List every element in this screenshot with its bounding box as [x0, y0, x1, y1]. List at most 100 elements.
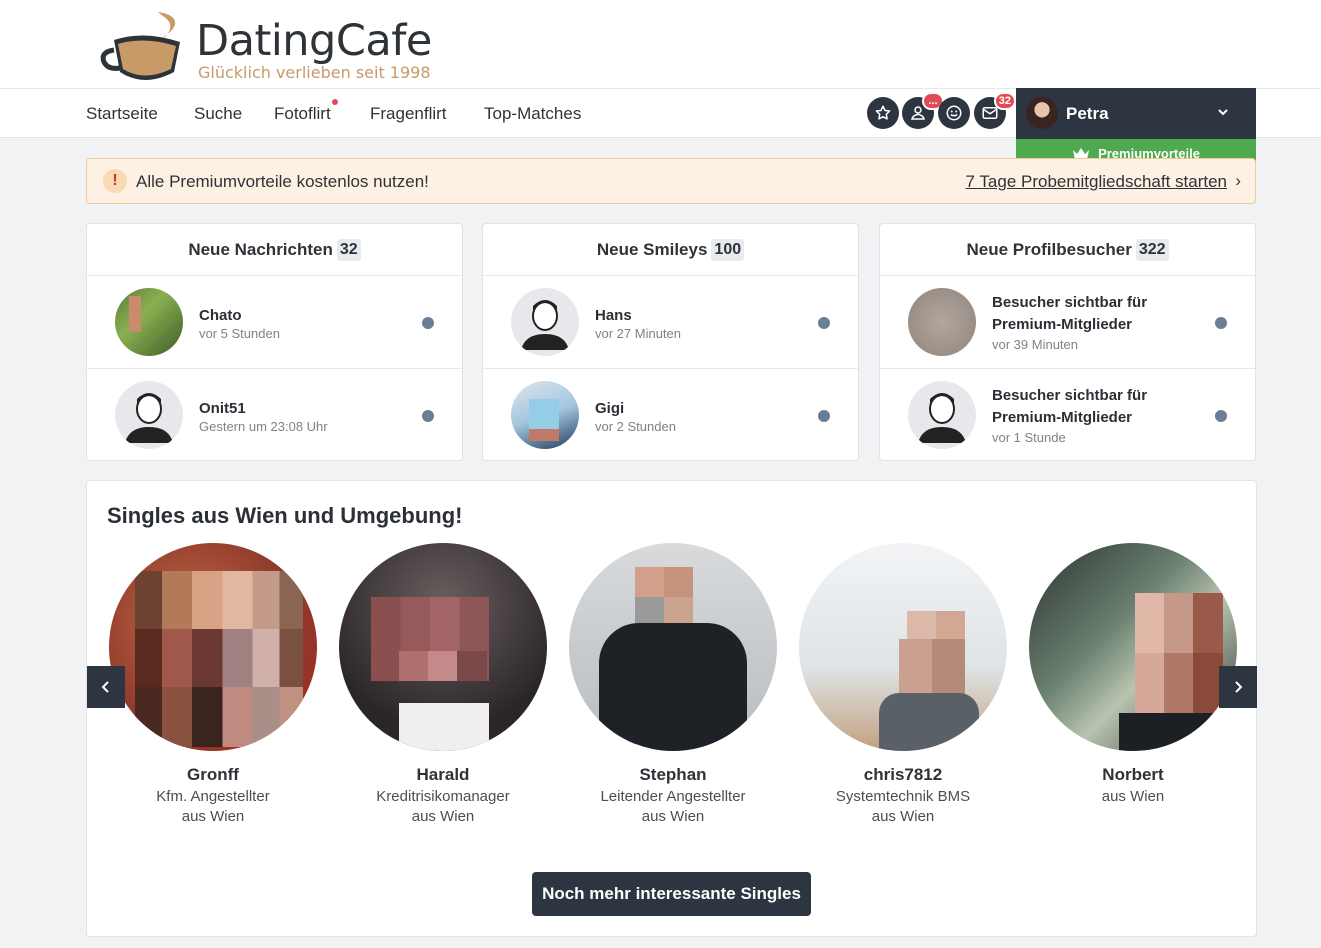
list-item[interactable]: Onit51 Gestern um 23:08 Uhr [87, 369, 462, 462]
unread-dot [1215, 317, 1227, 329]
list-item[interactable]: Gigi vor 2 Stunden [483, 369, 858, 462]
count-badge: 32 [336, 238, 361, 261]
nav-item-startseite[interactable]: Startseite [86, 104, 158, 124]
promo-text: Alle Premiumvorteile kostenlos nutzen! [136, 172, 429, 191]
profile-photo [799, 543, 1007, 751]
promo-banner: ! Alle Premiumvorteile kostenlos nutzen!… [86, 158, 1256, 204]
single-card[interactable]: Harald Kreditrisikomanager aus Wien [337, 543, 549, 825]
single-location: aus Wien [411, 808, 475, 825]
contact-name: Besucher sichtbar für Premium-Mitglieder [992, 294, 1148, 333]
messages-button[interactable]: 32 [974, 92, 1016, 129]
list-item[interactable]: Chato vor 5 Stunden [87, 276, 462, 369]
user-name: Petra [1066, 104, 1109, 123]
notification-dot [331, 99, 338, 105]
profile-photo [569, 543, 777, 751]
favorites-button[interactable] [867, 97, 899, 129]
timestamp: vor 27 Minuten [595, 326, 681, 341]
single-job: Leitender Angestellter [600, 788, 746, 805]
messages-card: Neue Nachrichten 32 Chato vor 5 Stunden … [86, 223, 463, 461]
exclamation-icon: ! [103, 169, 127, 193]
star-icon [875, 105, 891, 120]
visitors-card: Neue Profilbesucher 322 Besucher sichtba… [879, 223, 1256, 461]
card-header[interactable]: Neue Smileys 100 [483, 224, 858, 276]
visitors-button[interactable]: ... [902, 92, 944, 129]
chevron-down-icon [1218, 109, 1228, 116]
timestamp: Gestern um 23:08 Uhr [199, 419, 328, 434]
nav-item-suche[interactable]: Suche [194, 104, 242, 124]
smiley-icon [946, 105, 962, 121]
count-badge: 100 [711, 238, 745, 261]
timestamp: vor 1 Stunde [992, 430, 1066, 445]
logo[interactable]: DatingCafe Glücklich verlieben seit 1998 [100, 8, 440, 84]
contact-name: Besucher sichtbar für Premium-Mitglieder [992, 387, 1148, 426]
single-job: Systemtechnik BMS [835, 788, 971, 805]
nav-item-top-matches[interactable]: Top-Matches [484, 104, 581, 124]
unread-dot [818, 410, 830, 422]
user-menu[interactable]: Petra [1016, 88, 1256, 139]
brand-slogan: Glücklich verlieben seit 1998 [198, 63, 431, 82]
smileys-card: Neue Smileys 100 Hans vor 27 Minuten Gig… [482, 223, 859, 461]
person-silhouette-icon [918, 393, 966, 443]
avatar [1026, 97, 1058, 129]
smileys-button[interactable] [938, 97, 970, 129]
profile-photo [339, 543, 547, 751]
person-silhouette-icon [125, 393, 173, 443]
timestamp: vor 39 Minuten [992, 337, 1078, 352]
brand-name: DatingCafe [196, 16, 432, 66]
more-singles-button[interactable]: Noch mehr interessante Singles [532, 872, 811, 916]
nav-item-label: Fotoflirt [274, 104, 331, 123]
list-item[interactable]: Hans vor 27 Minuten [483, 276, 858, 369]
avatar [908, 381, 976, 449]
single-location: aus Wien [871, 808, 935, 825]
single-card[interactable]: chris7812 Systemtechnik BMS aus Wien [797, 543, 1009, 825]
avatar [908, 288, 976, 356]
contact-name: Chato [199, 307, 242, 324]
timestamp: vor 2 Stunden [595, 419, 676, 434]
site-header: DatingCafe Glücklich verlieben seit 1998 [0, 0, 1321, 88]
single-name: Gronff [187, 765, 239, 784]
single-job: Kreditrisikomanager [376, 788, 510, 805]
chevron-left-icon [101, 681, 109, 693]
single-name: chris7812 [863, 765, 943, 784]
trial-link[interactable]: 7 Tage Probemitgliedschaft starten [966, 172, 1227, 192]
timestamp: vor 5 Stunden [199, 326, 280, 341]
profile-photo [1029, 543, 1237, 751]
unread-dot [422, 410, 434, 422]
carousel-prev-button[interactable] [87, 666, 125, 708]
nav-item-fragenflirt[interactable]: Fragenflirt [370, 104, 447, 124]
list-item[interactable]: Besucher sichtbar für Premium-Mitglieder… [880, 369, 1255, 462]
avatar [115, 381, 183, 449]
chevron-right-icon: › [1235, 171, 1241, 190]
carousel-next-button[interactable] [1219, 666, 1257, 708]
card-header[interactable]: Neue Nachrichten 32 [87, 224, 462, 276]
unread-dot [1215, 410, 1227, 422]
person-silhouette-icon [521, 300, 569, 350]
section-title: Singles aus Wien und Umgebung! [107, 503, 463, 528]
count-badge: 322 [1135, 238, 1169, 261]
single-job: aus Wien [1101, 788, 1165, 805]
avatar [511, 381, 579, 449]
single-location: aus Wien [181, 808, 245, 825]
card-title: Neue Profilbesucher [966, 239, 1132, 259]
single-name: Norbert [1102, 765, 1164, 784]
avatar [511, 288, 579, 356]
nav-item-fotoflirt[interactable]: Fotoflirt [274, 99, 338, 124]
card-title: Neue Nachrichten [188, 239, 333, 259]
single-name: Stephan [639, 765, 707, 784]
list-item[interactable]: Besucher sichtbar für Premium-Mitglieder… [880, 276, 1255, 369]
unread-dot [422, 317, 434, 329]
contact-name: Gigi [595, 400, 625, 417]
contact-name: Onit51 [199, 400, 246, 417]
mail-badge: 32 [993, 92, 1016, 110]
singles-section: Singles aus Wien und Umgebung! Gronff Kf… [86, 480, 1257, 937]
single-card[interactable]: Stephan Leitender Angestellter aus Wien [567, 543, 779, 825]
single-card[interactable]: Gronff Kfm. Angestellter aus Wien [107, 543, 319, 825]
coffee-cup-icon [100, 12, 180, 80]
contact-name: Hans [595, 307, 632, 324]
single-location: aus Wien [641, 808, 705, 825]
avatar [115, 288, 183, 356]
card-header[interactable]: Neue Profilbesucher 322 [880, 224, 1255, 276]
chevron-right-icon [1235, 681, 1243, 693]
single-card[interactable]: Norbert aus Wien [1027, 543, 1239, 805]
unread-dot [818, 317, 830, 329]
